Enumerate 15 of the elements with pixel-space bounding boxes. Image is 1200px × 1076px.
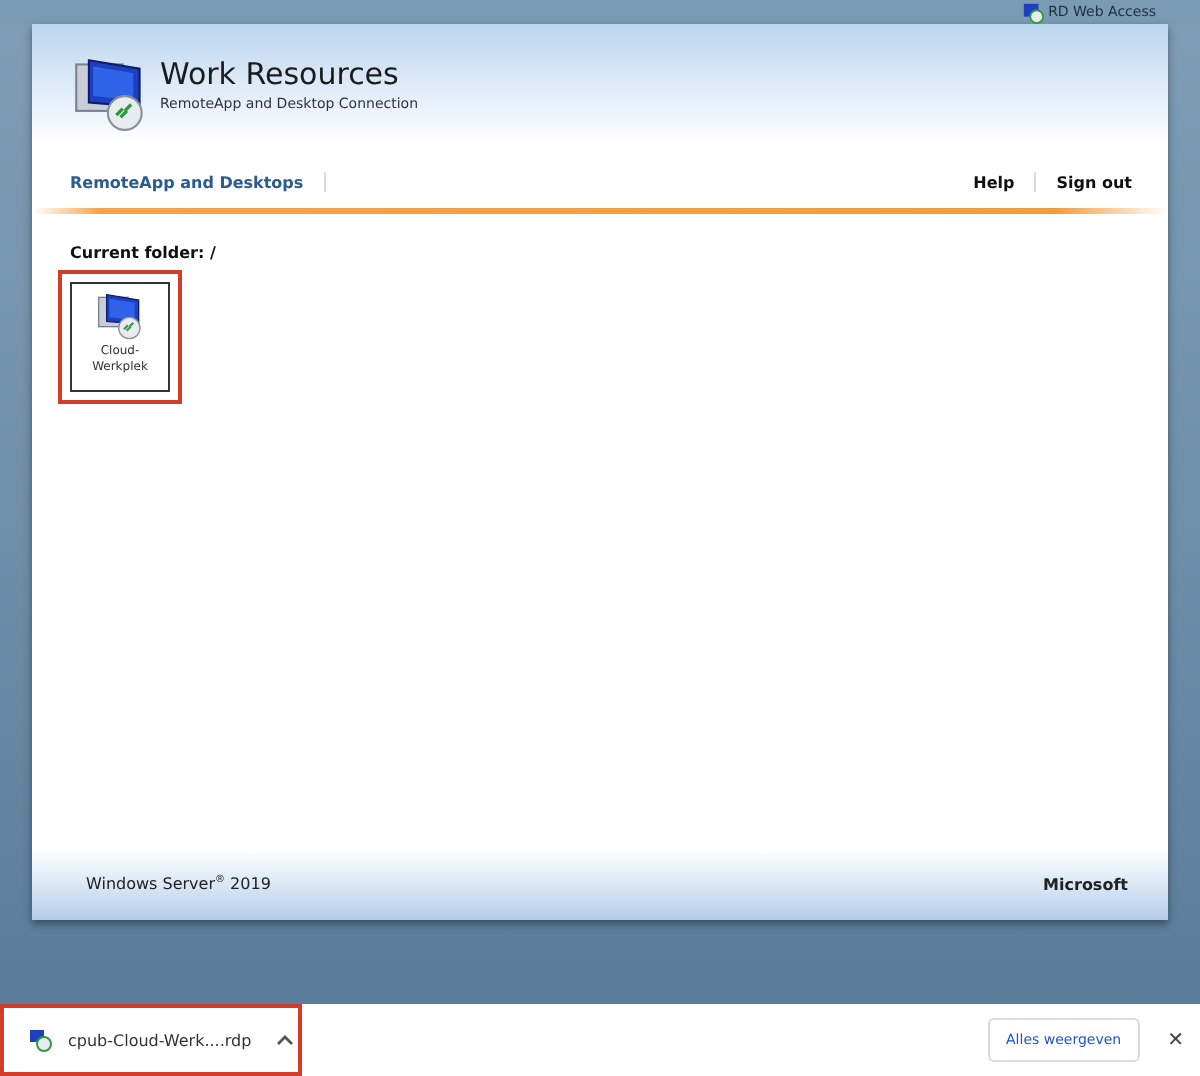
caret-icon[interactable] — [275, 1034, 294, 1046]
close-button[interactable]: ✕ — [1155, 1029, 1196, 1051]
remote-desktop-icon — [72, 56, 148, 132]
download-item[interactable]: cpub-Cloud-Werk....rdp — [0, 1004, 302, 1076]
file-icon — [28, 1028, 52, 1052]
nav-link[interactable]: Sign out — [1056, 173, 1132, 191]
nav-link[interactable]: Help — [973, 173, 1015, 191]
nav-tab[interactable]: RemoteApp and Desktops — [70, 173, 304, 191]
product-name: Windows Server$^{®}$ 2019 — [86, 874, 271, 894]
brand-name: Microsoft — [1043, 875, 1128, 893]
remote-desktop-icon — [96, 292, 144, 340]
folder-label: Current folder: / — [70, 244, 218, 262]
page-title: Work Resources — [160, 56, 401, 92]
file-name: cpub-Cloud-Werk....rdp — [68, 1031, 252, 1049]
monitor-icon — [1022, 1, 1045, 23]
